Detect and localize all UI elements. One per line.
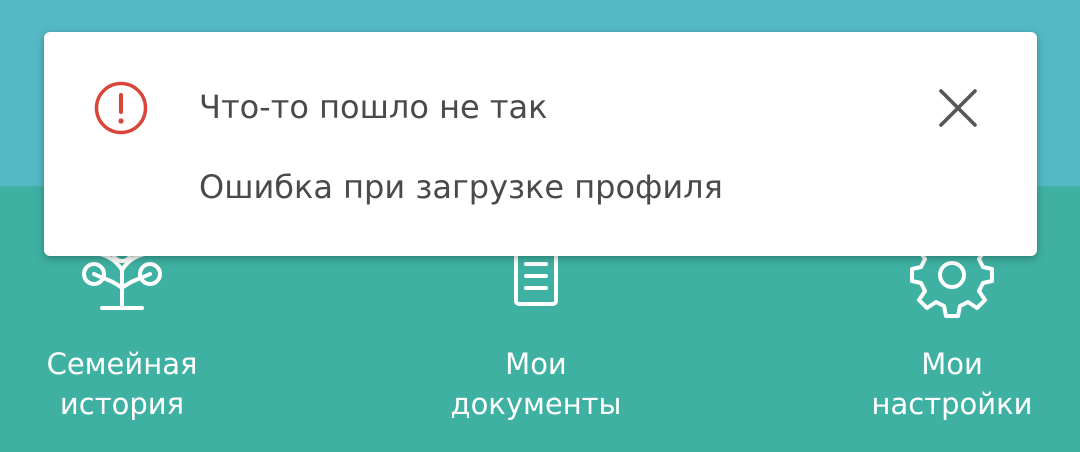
error-toast: Что-то пошло не так Ошибка при загрузке … <box>44 32 1037 256</box>
nav-item-my-documents[interactable]: Мои документы <box>436 230 636 424</box>
close-button[interactable] <box>928 78 988 138</box>
nav-item-label: Мои документы <box>450 347 622 421</box>
nav-item-family-history[interactable]: Семейная история <box>22 230 222 424</box>
close-icon <box>939 89 977 127</box>
nav-item-label: Мои настройки <box>871 347 1033 421</box>
alert-circle-icon <box>93 80 149 136</box>
nav-item-my-settings[interactable]: Мои настройки <box>852 230 1052 424</box>
toast-title: Что-то пошло не так <box>199 88 548 126</box>
nav-item-label: Семейная история <box>46 347 198 421</box>
toast-message: Ошибка при загрузке профиля <box>199 168 723 206</box>
